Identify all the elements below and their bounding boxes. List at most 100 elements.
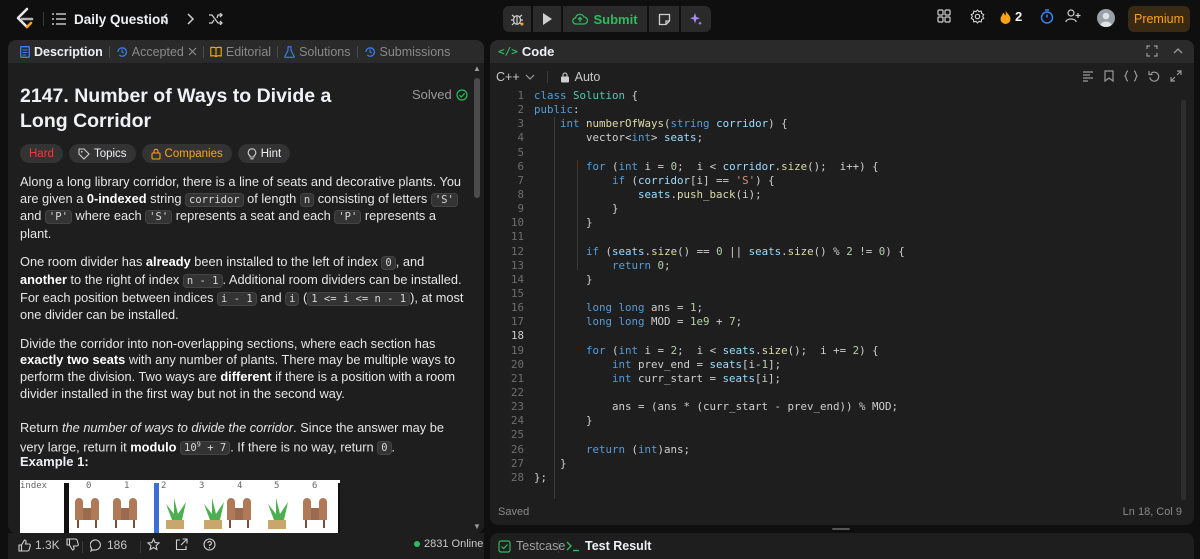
code-line[interactable]: }	[534, 216, 905, 230]
submit-label: Submit	[593, 11, 638, 27]
editor-scrollbar[interactable]	[1178, 86, 1188, 525]
tab-solutions[interactable]: Solutions	[278, 40, 356, 63]
dislike-button[interactable]	[66, 538, 79, 551]
reset-icon[interactable]	[1148, 70, 1160, 82]
text: Return	[20, 420, 62, 436]
code-token: 1e9	[690, 315, 710, 329]
timer-button[interactable]	[1040, 9, 1054, 24]
code-line[interactable]: for (int i = 2; i < seats.size(); i += 2…	[534, 344, 905, 358]
code-token: (	[605, 343, 619, 357]
code-line[interactable]: for (int i = 0; i < corridor.size(); i++…	[534, 160, 905, 174]
code-line[interactable]: long long ans = 1;	[534, 301, 905, 315]
premium-button[interactable]: Premium	[1128, 6, 1190, 32]
text: . If there is no way, return	[230, 439, 378, 455]
tab-accepted[interactable]: Accepted	[110, 40, 203, 63]
run-button[interactable]	[533, 6, 561, 32]
auto-mode-toggle[interactable]: Auto	[560, 70, 600, 84]
code-token: int	[534, 357, 632, 371]
code-line[interactable]	[534, 329, 905, 343]
user-avatar[interactable]	[1097, 9, 1115, 27]
code-token: ) {	[755, 173, 775, 187]
problem-list-button[interactable]: Daily Question	[52, 9, 169, 29]
prev-problem-button[interactable]	[154, 8, 176, 30]
leetcode-logo-icon[interactable]	[12, 6, 38, 32]
expand-icon[interactable]	[1170, 70, 1182, 82]
chevron-up-icon[interactable]	[1172, 45, 1184, 57]
settings-button[interactable]	[970, 9, 985, 24]
code-panel-title[interactable]: Code	[522, 44, 555, 59]
code-line[interactable]: seats.push_back(i);	[534, 188, 905, 202]
code-line[interactable]: if (seats.size() == 0 || seats.size() % …	[534, 245, 905, 259]
inline-code: 0	[381, 256, 396, 271]
line-number: 27	[510, 456, 524, 470]
terminal-icon	[566, 540, 580, 552]
tab-submissions[interactable]: Submissions	[358, 40, 457, 63]
scroll-up-icon[interactable]: ▲	[473, 64, 481, 73]
companies-chip[interactable]: Companies	[141, 144, 232, 163]
code-line[interactable]	[534, 230, 905, 244]
scrollbar-thumb[interactable]	[474, 78, 480, 198]
tab-testcase[interactable]: Testcase	[498, 539, 565, 553]
hint-chip[interactable]: Hint	[237, 144, 291, 163]
chevron-right-icon	[185, 13, 195, 25]
close-icon[interactable]	[188, 47, 197, 56]
line-number: 2	[517, 103, 524, 117]
code-line[interactable]: }	[534, 202, 905, 216]
code-line[interactable]: int curr_start = seats[i];	[534, 372, 905, 386]
format-icon[interactable]	[1082, 70, 1094, 82]
code-line[interactable]: int numberOfWays(string corridor) {	[534, 117, 905, 131]
code-line[interactable]: ans = (ans * (curr_start - prev_end)) % …	[534, 400, 905, 414]
bookmark-icon[interactable]	[1104, 70, 1114, 82]
debug-button[interactable]	[503, 6, 531, 32]
notes-button[interactable]	[649, 6, 679, 32]
code-line[interactable]: };	[534, 471, 905, 485]
code-line[interactable]: }	[534, 414, 905, 428]
description-paragraph-1: Along a long library corridor, there is …	[20, 174, 465, 242]
layout-button[interactable]	[937, 9, 951, 23]
code-line[interactable]: return (int)ans;	[534, 443, 905, 457]
next-problem-button[interactable]	[179, 8, 201, 30]
code-token: prev_end =	[631, 357, 710, 371]
online-dot-icon	[414, 541, 420, 547]
language-select[interactable]: C++	[496, 70, 535, 84]
scroll-down-icon[interactable]: ▼	[473, 522, 481, 531]
tab-editorial-label: Editorial	[225, 44, 272, 59]
help-button[interactable]	[203, 538, 216, 551]
code-line[interactable]: if (corridor[i] == 'S') {	[534, 174, 905, 188]
submit-button[interactable]: Submit	[563, 6, 647, 32]
resize-handle[interactable]	[832, 528, 850, 530]
random-problem-button[interactable]	[205, 8, 227, 30]
code-line[interactable]: }	[534, 273, 905, 287]
code-line[interactable]: public:	[534, 103, 905, 117]
like-button[interactable]: 1.3K	[18, 538, 60, 552]
braces-icon[interactable]	[1124, 70, 1138, 82]
invite-button[interactable]	[1065, 9, 1081, 23]
scrollbar-thumb[interactable]	[1181, 100, 1186, 500]
tab-test-result[interactable]: Test Result	[566, 539, 651, 553]
share-button[interactable]	[175, 538, 188, 551]
maximize-icon[interactable]	[1146, 45, 1158, 57]
code-line[interactable]	[534, 287, 905, 301]
code-token: (	[625, 173, 639, 187]
code-line[interactable]: long long MOD = 1e9 + 7;	[534, 315, 905, 329]
streak-counter[interactable]: 2	[1000, 9, 1022, 24]
tab-editorial[interactable]: Editorial	[204, 40, 277, 63]
code-line[interactable]: class Solution {	[534, 89, 905, 103]
problem-title[interactable]: 2147. Number of Ways to Divide a Long Co…	[20, 84, 380, 134]
code-line[interactable]	[534, 386, 905, 400]
topics-chip[interactable]: Topics	[68, 144, 136, 163]
code-line[interactable]: return 0;	[534, 259, 905, 273]
code-line[interactable]: int prev_end = seats[i-1];	[534, 358, 905, 372]
code-editor[interactable]: class Solution {public: int numberOfWays…	[534, 89, 905, 485]
code-line[interactable]: }	[534, 457, 905, 471]
ai-assistant-button[interactable]	[681, 6, 711, 32]
divider	[140, 541, 141, 553]
code-token: ) {	[768, 117, 788, 131]
favorite-button[interactable]	[147, 538, 160, 551]
code-line[interactable]: vector<int> seats;	[534, 131, 905, 145]
tab-description[interactable]: Description	[14, 40, 109, 63]
code-line[interactable]	[534, 428, 905, 442]
code-token: }	[534, 272, 593, 286]
code-line[interactable]	[534, 146, 905, 160]
comments-button[interactable]: 186	[90, 538, 127, 552]
